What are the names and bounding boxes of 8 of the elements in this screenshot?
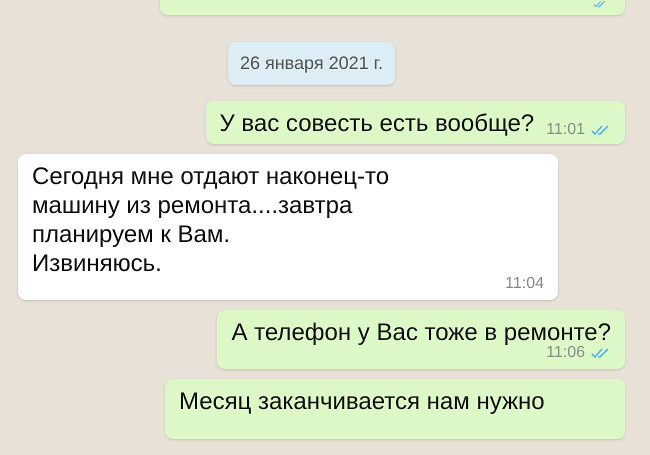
message-text: Месяц заканчивается нам нужно <box>179 387 546 416</box>
message-time: 11:06 <box>546 344 585 363</box>
message-time: 11:04 <box>505 274 544 294</box>
message-text: А телефон у Вас тоже в ремонте? <box>231 318 611 346</box>
date-chip: 26 января 2021 г. <box>228 42 396 85</box>
message-time: 11:01 <box>546 120 585 140</box>
message-text: У вас совесть есть вообще? <box>220 109 534 138</box>
message-text: Сегодня мне отдают наконец-то машину из ремонта....завтра планируем к Вам. Извиняюсь. <box>32 162 390 278</box>
